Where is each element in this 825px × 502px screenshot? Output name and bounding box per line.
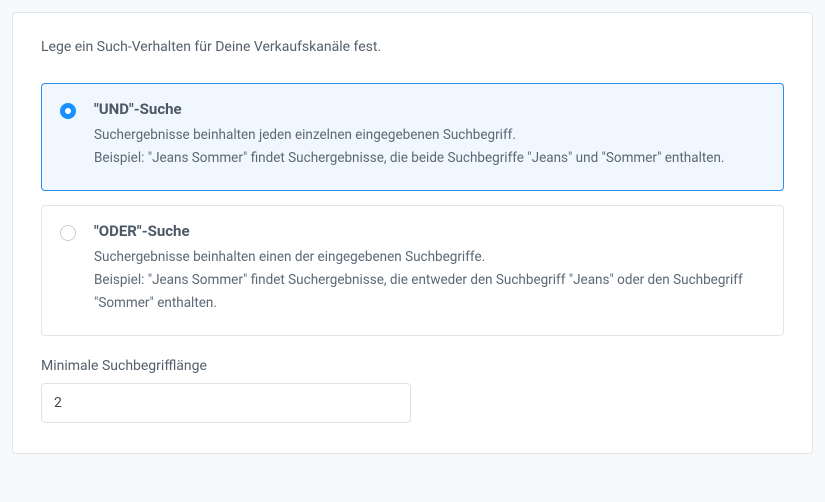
option-oder-search[interactable]: "ODER"-Suche Suchergebnisse beinhalten e…: [41, 205, 784, 336]
option-und-line2: Beispiel: "Jeans Sommer" findet Sucherge…: [94, 150, 724, 166]
intro-text: Lege ein Such-Verhalten für Deine Verkau…: [41, 39, 784, 55]
option-oder-line1: Suchergebnisse beinhalten einen der eing…: [94, 249, 485, 265]
radio-und[interactable]: [60, 103, 76, 119]
option-oder-body: "ODER"-Suche Suchergebnisse beinhalten e…: [94, 222, 765, 315]
option-oder-line2: Beispiel: "Jeans Sommer" findet Sucherge…: [94, 272, 743, 311]
radio-oder[interactable]: [60, 225, 76, 241]
option-oder-title: "ODER"-Suche: [94, 222, 765, 240]
min-length-input[interactable]: [41, 383, 411, 423]
option-und-search[interactable]: "UND"-Suche Suchergebnisse beinhalten je…: [41, 83, 784, 191]
option-und-line1: Suchergebnisse beinhalten jeden einzelne…: [94, 127, 516, 143]
option-und-title: "UND"-Suche: [94, 100, 765, 118]
option-und-body: "UND"-Suche Suchergebnisse beinhalten je…: [94, 100, 765, 170]
search-behavior-card: Lege ein Such-Verhalten für Deine Verkau…: [12, 12, 813, 454]
min-length-label: Minimale Suchbegrifflänge: [41, 358, 784, 374]
option-und-desc: Suchergebnisse beinhalten jeden einzelne…: [94, 124, 765, 170]
option-oder-desc: Suchergebnisse beinhalten einen der eing…: [94, 246, 765, 315]
